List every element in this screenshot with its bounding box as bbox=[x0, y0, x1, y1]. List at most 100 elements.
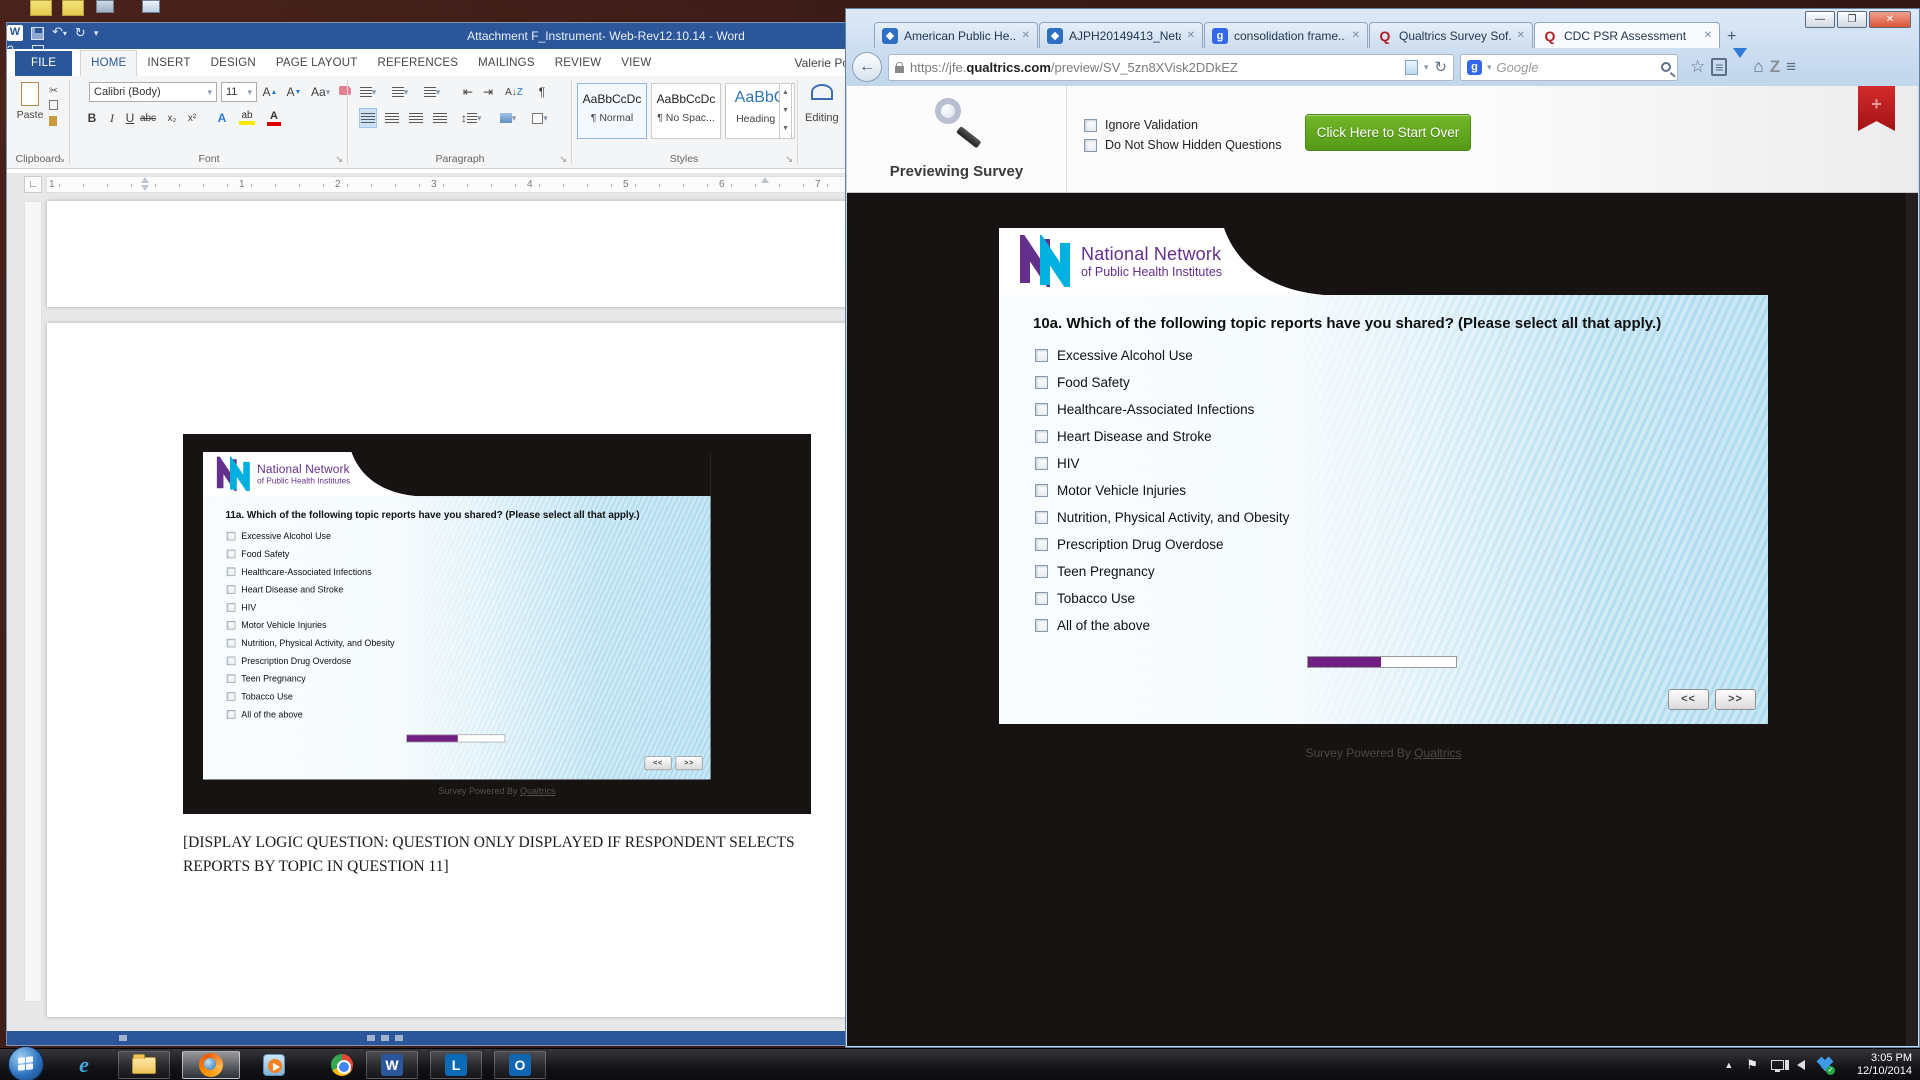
page-scrollbar[interactable] bbox=[1906, 193, 1918, 1046]
text-effects-icon[interactable]: A bbox=[213, 108, 231, 128]
tab-ajph-article[interactable]: AJPH20149413_Neta... ✕ bbox=[1039, 22, 1203, 48]
qualtrics-link[interactable]: Qualtrics bbox=[1414, 746, 1461, 760]
multilevel-list-icon[interactable]: ▾ bbox=[423, 82, 441, 102]
option-row[interactable]: HIV bbox=[1035, 450, 1289, 477]
back-icon[interactable]: ← bbox=[852, 52, 882, 82]
underline-icon[interactable]: U bbox=[121, 108, 139, 128]
checkbox[interactable] bbox=[1035, 592, 1048, 605]
right-indent-marker[interactable] bbox=[761, 177, 769, 183]
checkbox[interactable] bbox=[1035, 403, 1048, 416]
highlight-icon[interactable]: ab bbox=[239, 110, 255, 125]
option-row[interactable]: Nutrition, Physical Activity, and Obesit… bbox=[226, 634, 395, 652]
style-normal[interactable]: AaBbCcDc ¶ Normal bbox=[577, 83, 647, 139]
option-row[interactable]: All of the above bbox=[1035, 612, 1289, 639]
option-row[interactable]: Motor Vehicle Injuries bbox=[226, 616, 395, 634]
checkbox[interactable] bbox=[226, 549, 236, 559]
checkbox[interactable] bbox=[1035, 619, 1048, 632]
align-center-icon[interactable] bbox=[383, 108, 401, 128]
vertical-ruler[interactable] bbox=[24, 201, 42, 1002]
new-tab-button[interactable]: + bbox=[1727, 28, 1736, 48]
close-tab-icon[interactable]: ✕ bbox=[1704, 30, 1712, 41]
option-row[interactable]: Healthcare-Associated Infections bbox=[226, 563, 395, 581]
checkbox[interactable] bbox=[1035, 349, 1048, 362]
tab-home[interactable]: HOME bbox=[80, 50, 138, 76]
cut-icon[interactable]: ✂ bbox=[49, 84, 58, 97]
checkbox[interactable] bbox=[226, 638, 236, 648]
taskbar-clock[interactable]: 3:05 PM 12/10/2014 bbox=[1857, 1052, 1912, 1078]
option-row[interactable]: Tobacco Use bbox=[226, 688, 395, 706]
tab-cdc-psr-assessment[interactable]: Q CDC PSR Assessment ✕ bbox=[1534, 22, 1720, 48]
line-spacing-icon[interactable]: ↕ ▾ bbox=[461, 108, 482, 128]
bookmark-ribbon-icon[interactable] bbox=[1858, 86, 1895, 131]
maximize-button[interactable]: ❐ bbox=[1837, 11, 1867, 28]
taskbar-wmp[interactable] bbox=[254, 1051, 294, 1079]
desktop-icon-partial[interactable] bbox=[62, 0, 84, 16]
document-page[interactable]: National Network of Public Health Instit… bbox=[47, 323, 863, 1017]
font-color-icon[interactable]: A bbox=[267, 110, 281, 126]
taskbar-word[interactable]: W bbox=[366, 1051, 418, 1079]
sort-icon[interactable]: A↓ Z bbox=[505, 82, 523, 102]
indent-marker[interactable] bbox=[141, 177, 149, 183]
horizontal-ruler[interactable]: 1 1 2 3 4 5 6 7 bbox=[46, 176, 866, 193]
hide-hidden-questions-option[interactable]: Do Not Show Hidden Questions bbox=[1084, 138, 1281, 152]
action-center-flag-icon[interactable]: ⚑ bbox=[1746, 1057, 1758, 1073]
zotero-icon[interactable]: Z bbox=[1770, 57, 1780, 77]
close-tab-icon[interactable]: ✕ bbox=[1187, 30, 1195, 41]
option-row[interactable]: All of the above bbox=[226, 705, 395, 723]
hide-hidden-checkbox[interactable] bbox=[1084, 138, 1097, 152]
checkbox[interactable] bbox=[226, 531, 236, 541]
shading-icon[interactable]: ▾ bbox=[499, 108, 517, 128]
close-tab-icon[interactable]: ✕ bbox=[1352, 30, 1360, 41]
option-row[interactable]: Prescription Drug Overdose bbox=[1035, 531, 1289, 558]
change-case-icon[interactable]: Aa ▾ bbox=[311, 82, 330, 102]
url-dropdown-icon[interactable]: ▾ bbox=[1424, 62, 1429, 73]
checkbox[interactable] bbox=[226, 585, 236, 594]
network-icon[interactable] bbox=[1771, 1060, 1784, 1072]
bullets-icon[interactable]: ▾ bbox=[359, 82, 377, 102]
hidden-icons-arrow[interactable]: ▲ bbox=[1724, 1060, 1733, 1070]
tab-view[interactable]: VIEW bbox=[611, 51, 661, 76]
taskbar-chrome[interactable] bbox=[322, 1051, 362, 1079]
option-row[interactable]: Nutrition, Physical Activity, and Obesit… bbox=[1035, 504, 1289, 531]
increase-indent-icon[interactable]: ⇥ bbox=[479, 82, 497, 102]
desktop-icon-partial[interactable] bbox=[142, 0, 160, 13]
tab-selector[interactable]: ∟ bbox=[24, 176, 42, 193]
search-icon[interactable] bbox=[1661, 62, 1671, 72]
italic-icon[interactable]: I bbox=[103, 108, 121, 128]
checkbox[interactable] bbox=[226, 692, 236, 701]
option-row[interactable]: Heart Disease and Stroke bbox=[226, 581, 395, 599]
tab-design[interactable]: DESIGN bbox=[201, 51, 266, 76]
url-text[interactable]: https://jfe.qualtrics.com/preview/SV_5zn… bbox=[910, 60, 1399, 75]
taskbar-outlook[interactable]: O bbox=[494, 1051, 546, 1079]
checkbox[interactable] bbox=[226, 603, 236, 612]
tab-page-layout[interactable]: PAGE LAYOUT bbox=[266, 51, 368, 76]
tab-american-public-health[interactable]: American Public He... ✕ bbox=[874, 22, 1038, 48]
embedded-survey-image[interactable]: National Network of Public Health Instit… bbox=[183, 434, 811, 814]
option-row[interactable]: Food Safety bbox=[1035, 369, 1289, 396]
clipboard-dialog-launcher[interactable]: ↘ bbox=[57, 154, 65, 165]
pilcrow-icon[interactable]: ¶ bbox=[533, 82, 551, 102]
option-row[interactable]: Teen Pregnancy bbox=[1035, 558, 1289, 585]
option-row[interactable]: Excessive Alcohol Use bbox=[226, 527, 395, 545]
qualtrics-link[interactable]: Qualtrics bbox=[520, 786, 556, 796]
checkbox[interactable] bbox=[1035, 565, 1048, 578]
option-row[interactable]: Prescription Drug Overdose bbox=[226, 652, 395, 670]
bookmark-star-icon[interactable]: ☆ bbox=[1690, 57, 1705, 77]
font-dialog-launcher[interactable]: ↘ bbox=[335, 154, 343, 165]
numbering-icon[interactable]: ▾ bbox=[391, 82, 409, 102]
back-button[interactable]: << bbox=[644, 756, 672, 771]
taskbar-lync[interactable]: L bbox=[430, 1051, 482, 1079]
dropbox-icon[interactable] bbox=[1816, 1056, 1835, 1075]
checkbox[interactable] bbox=[226, 656, 236, 666]
checkbox[interactable] bbox=[1035, 484, 1048, 497]
checkbox[interactable] bbox=[226, 674, 236, 683]
format-painter-icon[interactable] bbox=[49, 116, 57, 126]
menu-hamburger-icon[interactable]: ≡ bbox=[1786, 57, 1796, 77]
taskbar-ie[interactable]: e bbox=[66, 1051, 102, 1079]
copy-icon[interactable] bbox=[49, 100, 58, 110]
reload-icon[interactable]: ↻ bbox=[1434, 58, 1447, 76]
option-row[interactable]: Healthcare-Associated Infections bbox=[1035, 396, 1289, 423]
decrease-indent-icon[interactable]: ⇤ bbox=[459, 82, 477, 102]
option-row[interactable]: Food Safety bbox=[226, 545, 395, 563]
shrink-font-icon[interactable]: A ▼ bbox=[285, 82, 303, 102]
